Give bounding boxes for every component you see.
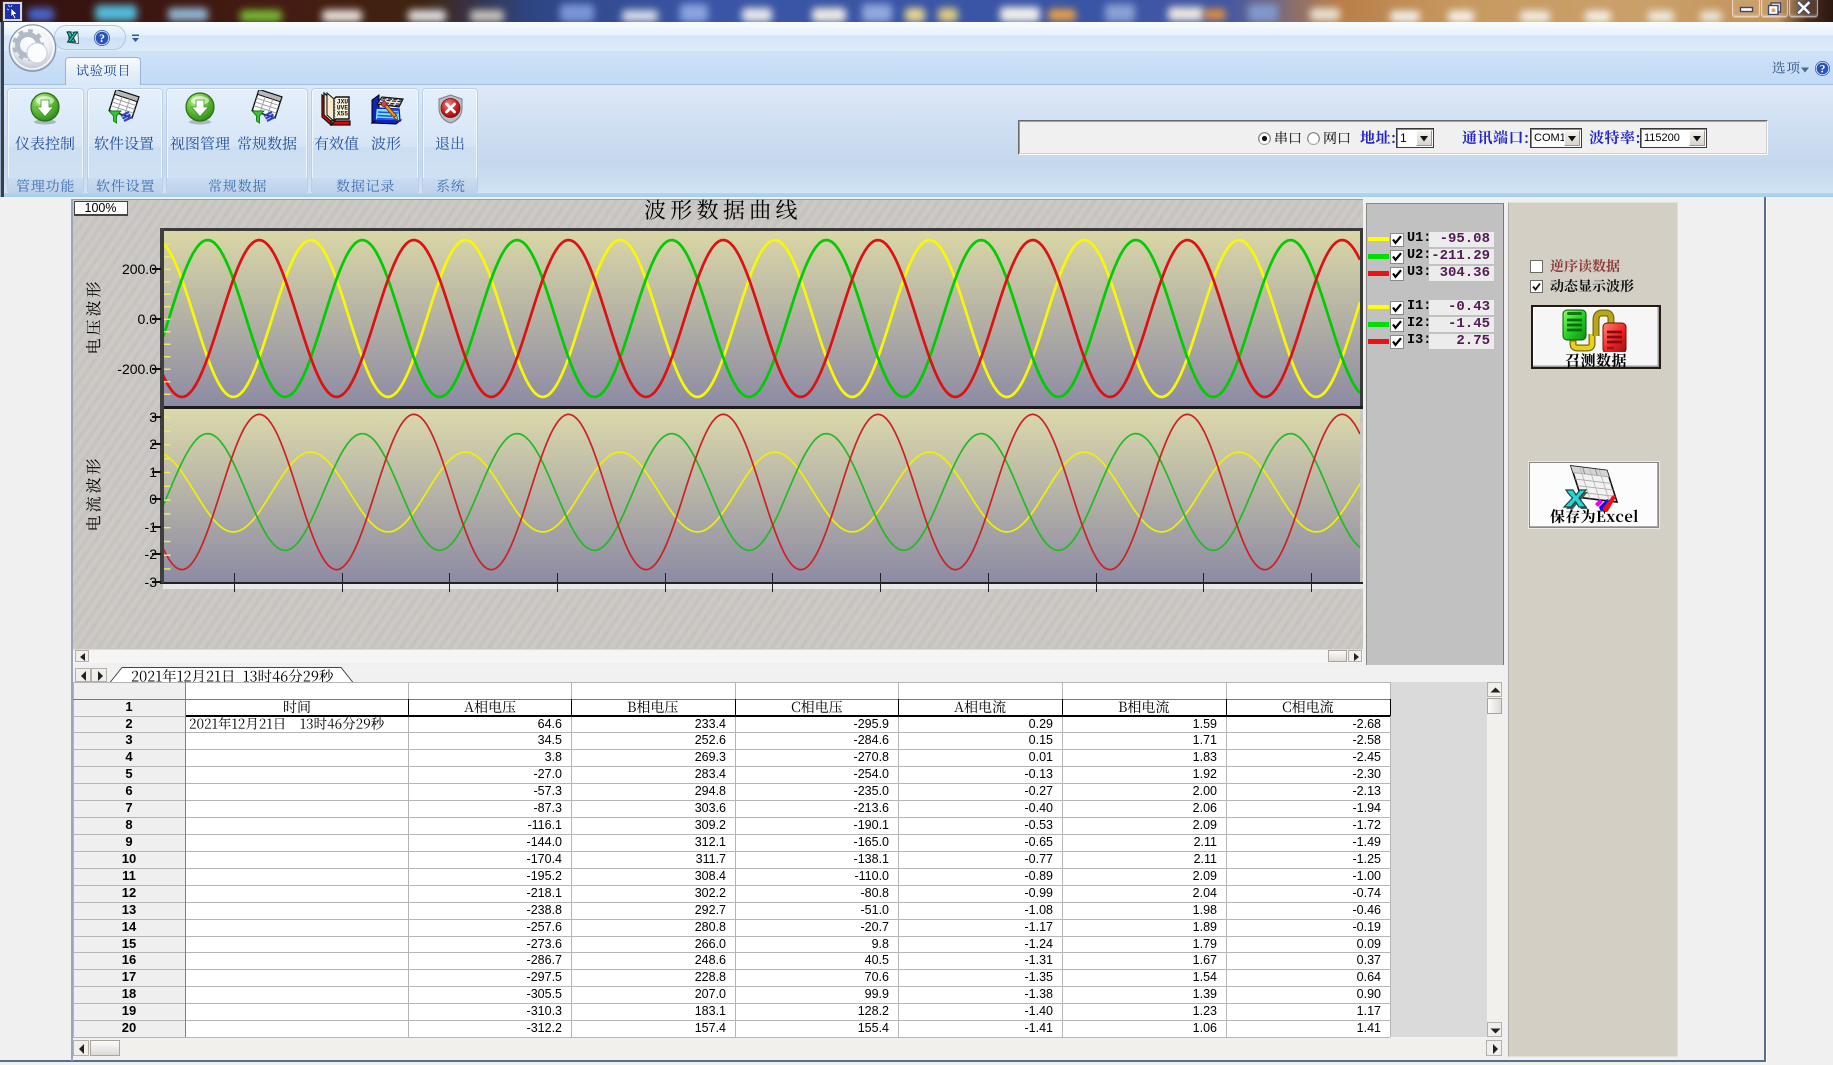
svg-text:?: ?	[1820, 63, 1826, 75]
svg-text:?: ?	[99, 31, 105, 45]
svg-text:X55: X55	[337, 111, 348, 118]
